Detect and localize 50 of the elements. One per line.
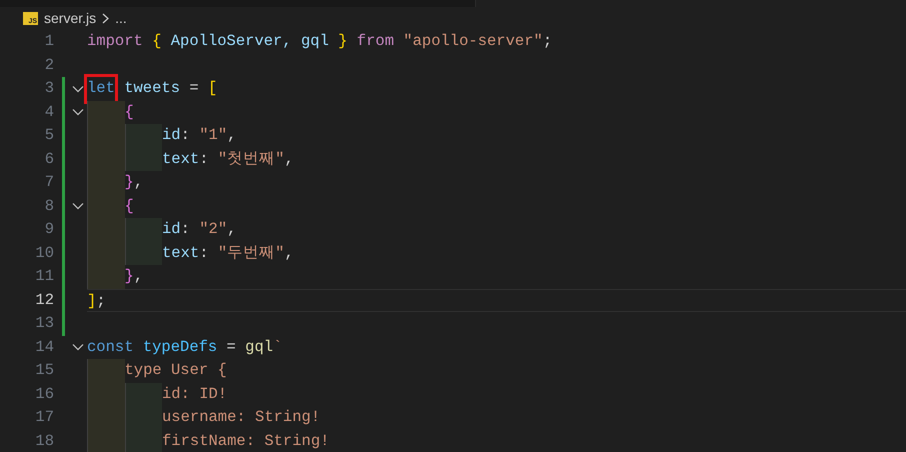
- line-number: 16: [34, 384, 54, 404]
- fold-chevron-icon[interactable]: [72, 202, 84, 210]
- breadcrumb-more[interactable]: ...: [115, 8, 127, 29]
- indent-guide: [87, 359, 124, 382]
- line-number: 18: [34, 430, 54, 452]
- code-line: id: ID!: [162, 384, 228, 404]
- line-number: 9: [44, 219, 54, 240]
- code-line: {: [124, 102, 134, 122]
- line-number: 4: [44, 102, 54, 122]
- code-line: text: "첫번째",: [162, 148, 294, 170]
- code-line: const typeDefs = gql`: [87, 336, 282, 358]
- code-line: username: String!: [162, 407, 320, 428]
- line-number: 11: [34, 266, 54, 287]
- code-line: id: "1",: [162, 125, 236, 146]
- code-line: firstName: String!: [162, 430, 330, 452]
- code-line: ];: [87, 290, 106, 311]
- line-number: 7: [44, 172, 54, 193]
- line-number: 14: [34, 336, 54, 358]
- fold-chevron-icon[interactable]: [72, 343, 84, 352]
- code-line: import { ApolloServer, gql } from "apollo-server";: [87, 31, 552, 52]
- line-number: 6: [44, 148, 54, 170]
- code-line: type User {: [124, 360, 227, 381]
- breadcrumb-file[interactable]: server.js: [44, 8, 96, 29]
- indent-guide: [124, 430, 162, 452]
- line-number: 15: [34, 360, 54, 381]
- line-number: 17: [34, 407, 54, 428]
- indent-guide: [124, 218, 162, 242]
- indent-guide: [124, 124, 162, 148]
- line-number: 1: [44, 31, 54, 52]
- code-line: },: [124, 266, 144, 287]
- code-line: let tweets = [: [87, 77, 218, 100]
- chevron-right-icon: [102, 13, 110, 24]
- line-number: 2: [44, 54, 54, 76]
- indent-guide: [124, 382, 162, 406]
- indent-guide: [124, 148, 162, 171]
- line-number: 5: [44, 125, 54, 146]
- indent-guide: [87, 100, 124, 124]
- fold-chevron-icon[interactable]: [72, 84, 84, 93]
- code-line: text: "두번째",: [162, 242, 294, 264]
- indent-guide: [124, 242, 162, 265]
- line-number: 8: [44, 196, 54, 216]
- line-number: 13: [34, 313, 54, 334]
- fold-chevron-icon[interactable]: [72, 108, 84, 116]
- code-line: id: "2",: [162, 219, 236, 240]
- code-line: {: [124, 196, 134, 216]
- line-number: 10: [34, 242, 54, 264]
- indent-guide: [87, 430, 124, 452]
- line-number: 3: [44, 78, 54, 99]
- code-line: },: [124, 172, 144, 193]
- line-number: 12: [34, 290, 54, 310]
